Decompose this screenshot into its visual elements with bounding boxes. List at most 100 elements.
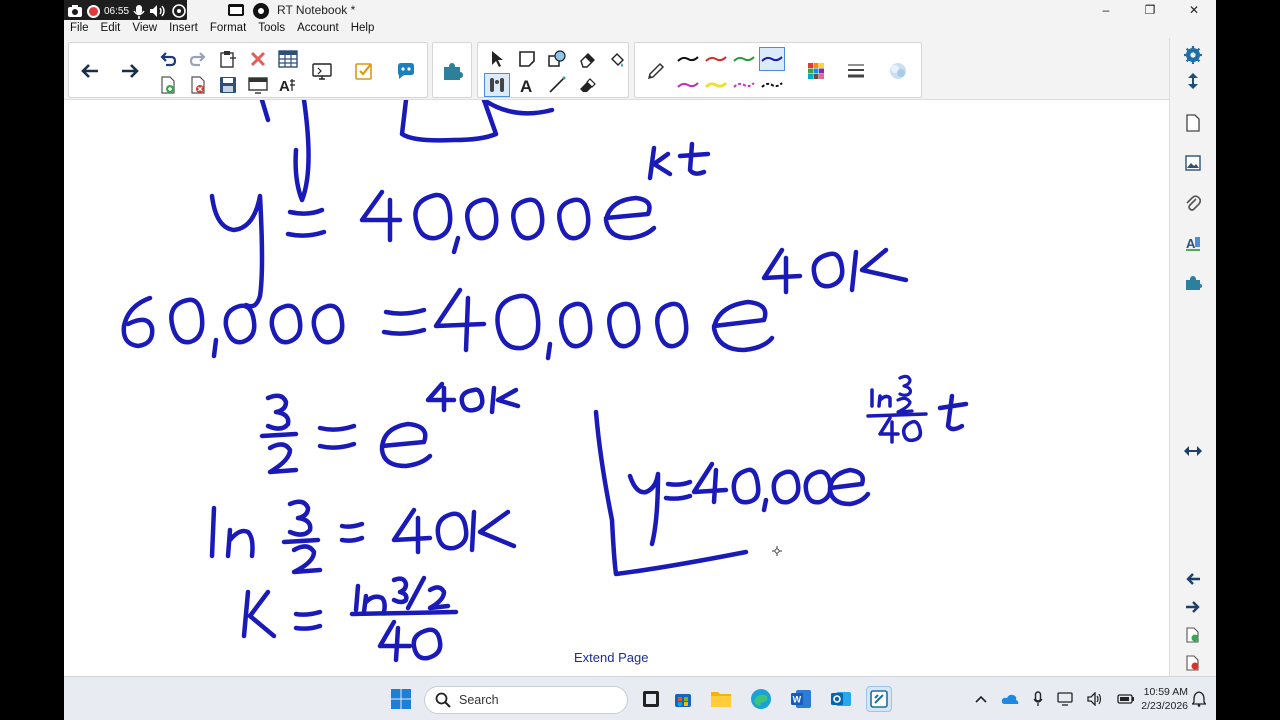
webcam-icon[interactable] — [171, 3, 187, 19]
menu-format[interactable]: Format — [204, 20, 252, 38]
menu-tools[interactable]: Tools — [252, 20, 291, 38]
undo-icon[interactable] — [155, 47, 181, 71]
line-style-icon[interactable] — [843, 59, 869, 83]
ink-stroke — [481, 100, 555, 116]
gallery-icon[interactable] — [1180, 150, 1206, 176]
delete-icon[interactable] — [245, 47, 271, 71]
ink-stroke — [655, 301, 689, 349]
page-sorter-icon[interactable] — [1180, 110, 1206, 136]
menu-insert[interactable]: Insert — [163, 20, 204, 38]
pen-black-icon[interactable] — [675, 47, 701, 71]
table-icon[interactable] — [275, 47, 301, 71]
pen-magenta-icon[interactable] — [675, 73, 701, 97]
outlook-icon[interactable] — [828, 686, 854, 712]
menu-file[interactable]: File — [64, 20, 95, 38]
camera-icon[interactable] — [67, 4, 83, 18]
activity-builder-icon[interactable] — [351, 59, 377, 83]
pen-icon[interactable] — [643, 59, 669, 83]
ink-stroke — [771, 469, 801, 505]
sticky-note-icon[interactable] — [514, 47, 540, 71]
select-arrow-icon[interactable] — [484, 47, 510, 71]
text-format-icon[interactable]: A — [275, 73, 301, 97]
previous-page-sidebar-icon[interactable] — [1180, 566, 1206, 592]
next-page-sidebar-icon[interactable] — [1180, 594, 1206, 620]
ink-stroke — [291, 544, 323, 575]
pen-yellow-icon[interactable] — [703, 73, 729, 97]
maximize-button[interactable]: ❐ — [1128, 0, 1172, 20]
microphone-icon[interactable] — [133, 4, 145, 19]
ink-stroke — [663, 479, 693, 501]
pen-blue-icon[interactable] — [759, 47, 785, 71]
paste-icon[interactable] — [215, 47, 241, 71]
expand-horizontal-icon[interactable] — [1180, 438, 1206, 464]
line-tool-icon[interactable] — [544, 73, 570, 97]
menu-account[interactable]: Account — [291, 20, 345, 38]
taskbar-search-box[interactable]: Search — [424, 686, 628, 714]
fill-icon[interactable] — [604, 47, 630, 71]
smart-notebook-app-icon[interactable] — [866, 686, 892, 712]
add-page-sidebar-icon[interactable] — [1180, 622, 1206, 648]
close-button[interactable]: ✕ — [1172, 0, 1216, 20]
onedrive-cloud-icon[interactable] — [1001, 693, 1019, 705]
record-icon[interactable] — [87, 4, 100, 18]
file-explorer-icon[interactable] — [708, 686, 734, 712]
volume-icon[interactable] — [1087, 692, 1103, 706]
ink-stroke — [435, 511, 469, 551]
pen-tool-icon[interactable] — [484, 73, 510, 97]
svg-text:W: W — [793, 695, 802, 705]
menu-edit[interactable]: Edit — [95, 20, 127, 38]
delete-page-sidebar-icon[interactable] — [1180, 650, 1206, 676]
add-ons-puzzle-icon[interactable] — [439, 59, 465, 83]
store-icon[interactable] — [670, 686, 696, 712]
fill-effects-icon[interactable] — [885, 59, 911, 83]
minimize-button[interactable]: – — [1084, 0, 1128, 20]
extend-page-link[interactable]: Extend Page — [574, 650, 648, 665]
shapes-icon[interactable] — [544, 47, 570, 71]
eraser-icon[interactable] — [574, 47, 600, 71]
system-tray — [968, 677, 1142, 720]
edge-browser-icon[interactable] — [748, 686, 774, 712]
speaker-icon[interactable] — [149, 4, 167, 18]
svg-text:A: A — [1186, 236, 1196, 251]
next-page-icon[interactable] — [117, 59, 143, 83]
ink-stroke — [379, 421, 433, 469]
screen-shade-icon[interactable] — [245, 73, 271, 97]
settings-gear-icon[interactable] — [251, 1, 271, 21]
previous-page-icon[interactable] — [77, 59, 103, 83]
add-ons-sidebar-icon[interactable] — [1180, 270, 1206, 296]
redo-icon[interactable] — [185, 47, 211, 71]
pen-green-icon[interactable] — [731, 47, 757, 71]
properties-gear-icon[interactable] — [1180, 42, 1206, 68]
display-screen-icon[interactable] — [309, 59, 335, 83]
task-view-icon[interactable] — [638, 686, 664, 712]
pen-black-dashed-icon[interactable] — [759, 73, 785, 97]
add-page-icon[interactable] — [155, 73, 181, 97]
title-bar: 06:55 RT Notebook * – ❐ ✕ — [64, 0, 1216, 22]
save-icon[interactable] — [215, 73, 241, 97]
notebook-page[interactable]: Extend Page — [64, 100, 1169, 676]
erase-stroke-icon[interactable] — [574, 73, 600, 97]
ink-stroke — [399, 100, 499, 143]
taskbar-clock[interactable]: 10:59 AM 2/23/2026 — [1124, 685, 1188, 713]
notification-bell-icon[interactable] — [1192, 691, 1206, 707]
menu-help[interactable]: Help — [345, 20, 381, 38]
word-icon[interactable]: W — [788, 686, 814, 712]
move-toolbar-icon[interactable] — [1180, 68, 1206, 94]
response-icon[interactable] — [393, 59, 419, 83]
microphone-tray-icon[interactable] — [1033, 691, 1043, 707]
color-palette-icon[interactable] — [803, 59, 829, 83]
pen-pink-dashed-icon[interactable] — [731, 73, 757, 97]
ink-stroke — [265, 393, 291, 431]
delete-page-icon[interactable] — [185, 73, 211, 97]
network-icon[interactable] — [1057, 692, 1073, 706]
properties-icon[interactable]: A — [1180, 230, 1206, 256]
windows-start-icon[interactable] — [388, 686, 414, 712]
attachments-paperclip-icon[interactable] — [1180, 190, 1206, 216]
ink-stroke — [803, 469, 833, 505]
menu-view[interactable]: View — [126, 20, 163, 38]
ink-stroke — [677, 141, 711, 176]
cursor-icon — [772, 546, 782, 556]
pen-red-icon[interactable] — [703, 47, 729, 71]
text-tool-icon[interactable]: A — [514, 73, 540, 97]
show-hidden-icons-chevron-icon[interactable] — [975, 695, 987, 703]
